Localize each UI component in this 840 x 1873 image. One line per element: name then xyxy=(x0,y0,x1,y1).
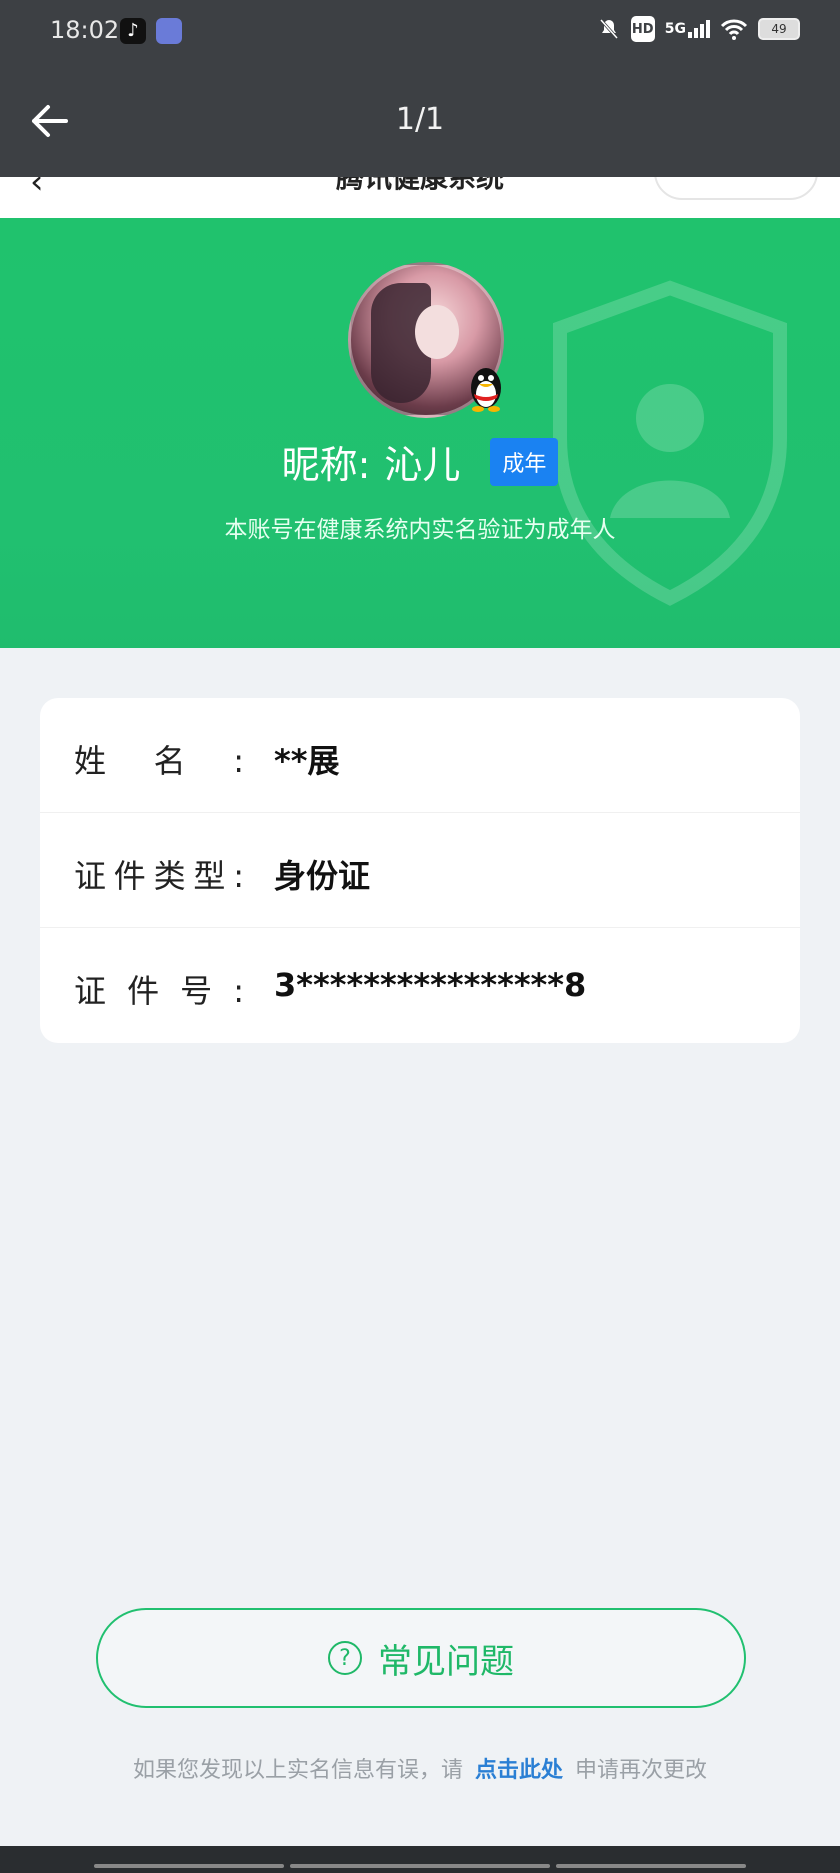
info-row-name: 姓名: **展 xyxy=(40,698,800,813)
info-value: **展 xyxy=(274,742,340,780)
app-icon xyxy=(156,18,182,44)
5g-signal-icon: 5G xyxy=(665,16,710,42)
page-counter: 1/1 xyxy=(395,102,445,137)
hint-prefix: 如果您发现以上实名信息有误，请 xyxy=(132,1758,463,1783)
verification-note: 本账号在健康系统内实名验证为成年人 xyxy=(224,517,616,543)
mute-icon xyxy=(597,16,621,42)
gesture-bar[interactable] xyxy=(556,1864,746,1868)
faq-button[interactable]: ? 常见问题 xyxy=(96,1608,746,1708)
correction-hint: 如果您发现以上实名信息有误，请 点击此处 申请再次更改 xyxy=(0,1752,840,1784)
info-value: 身份证 xyxy=(274,857,371,895)
identity-info-card: 姓名: **展 证件类型: 身份证 证件号: 3****************… xyxy=(40,698,800,1043)
gesture-bar[interactable] xyxy=(290,1864,550,1868)
faq-button-label: 常见问题 xyxy=(378,1641,514,1682)
wifi-icon xyxy=(720,16,748,42)
info-label: 证件类型: xyxy=(74,857,244,895)
tiktok-icon: ♪ xyxy=(120,18,146,44)
adult-badge: 成年 xyxy=(490,437,559,486)
status-time: 18:02 xyxy=(50,16,120,44)
nickname-row: 昵称: 沁儿 成年 xyxy=(0,434,840,489)
avatar-face xyxy=(415,305,459,359)
gesture-bar[interactable] xyxy=(94,1864,284,1868)
hd-icon: HD xyxy=(630,16,655,42)
qq-penguin-icon xyxy=(471,368,501,412)
bottom-nav-bar xyxy=(0,1846,840,1873)
click-here-link[interactable]: 点击此处 xyxy=(475,1758,563,1783)
network-label: 5G xyxy=(664,21,686,37)
info-label: 姓名: xyxy=(74,742,244,780)
info-label: 证件号: xyxy=(74,972,244,1010)
info-value: 3****************8 xyxy=(274,966,587,1004)
profile-hero: 昵称: 沁儿 成年 本账号在健康系统内实名验证为成年人 xyxy=(0,218,840,648)
status-icons: HD 5G 49 xyxy=(597,16,800,42)
nickname-value: 沁儿 xyxy=(384,443,461,487)
hint-suffix: 申请再次更改 xyxy=(575,1758,708,1783)
battery-icon: 49 xyxy=(758,18,800,40)
info-row-id-type: 证件类型: 身份证 xyxy=(40,813,800,928)
question-icon: ? xyxy=(328,1641,362,1675)
nickname-label: 昵称: xyxy=(281,443,371,487)
info-row-id-number: 证件号: 3****************8 xyxy=(40,928,800,1042)
viewer-top-bar: 18:02 ♪ HD 5G 49 1/1 xyxy=(0,0,840,177)
